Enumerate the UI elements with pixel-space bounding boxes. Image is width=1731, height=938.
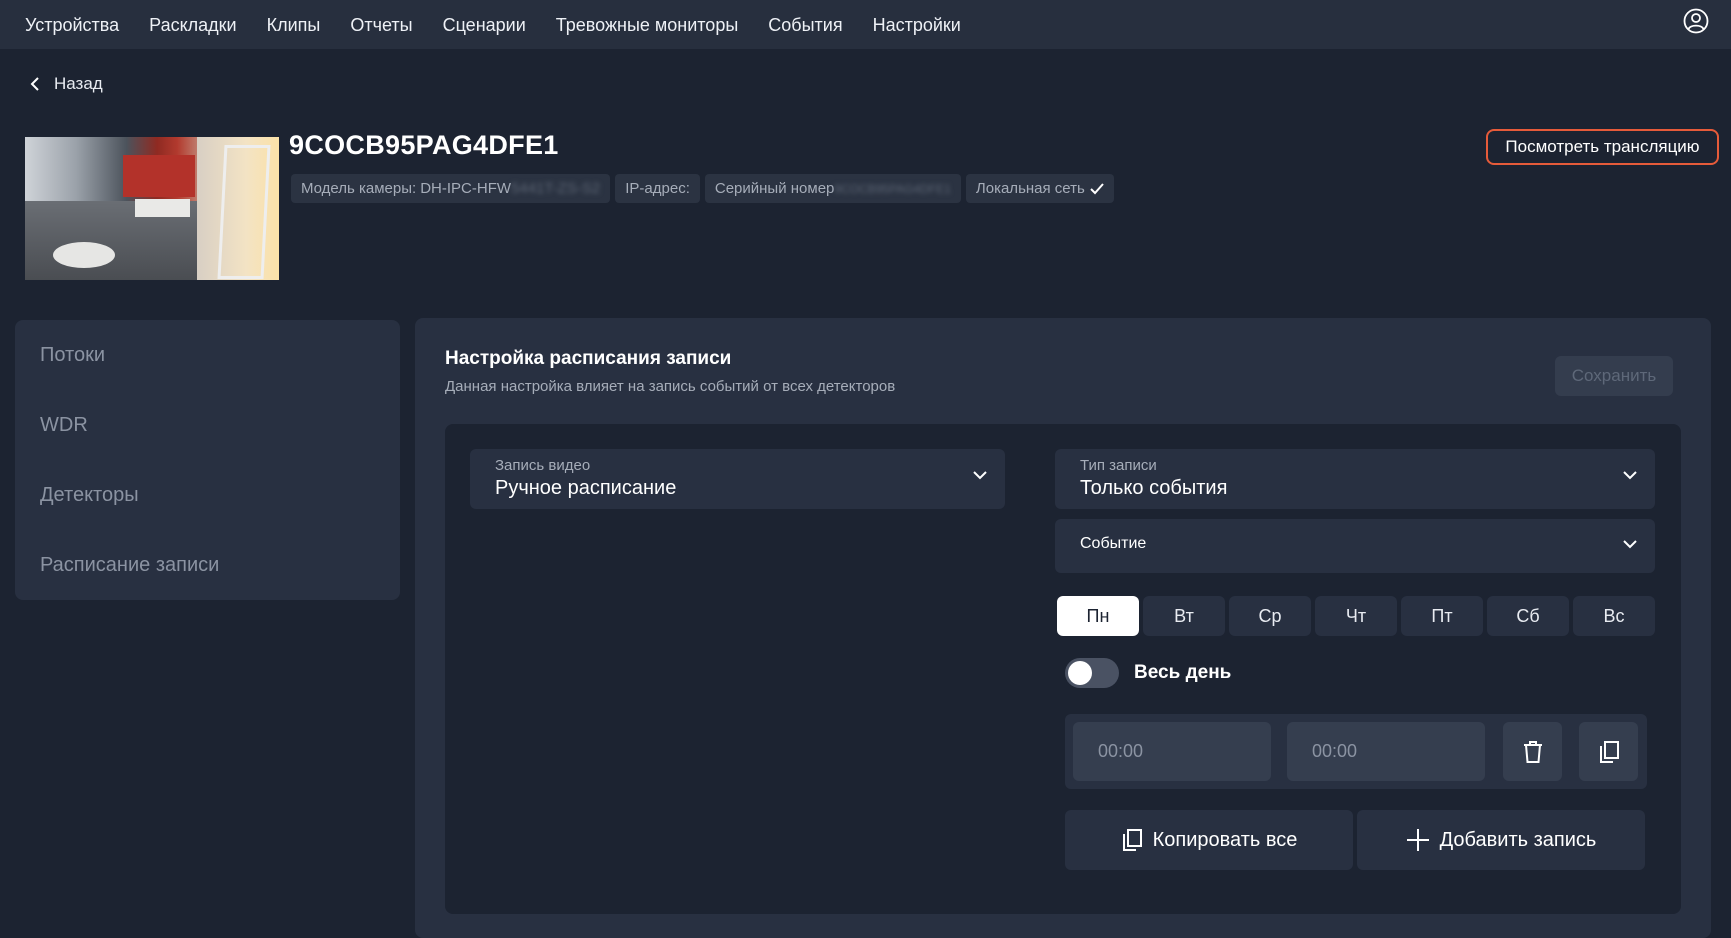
- nav-item-scenarios[interactable]: Сценарии: [443, 5, 526, 45]
- camera-thumbnail: [25, 137, 279, 280]
- add-entry-label: Добавить запись: [1439, 828, 1597, 851]
- copy-icon: [1598, 740, 1620, 764]
- record-type-value: Только события: [1080, 477, 1228, 499]
- local-network-chip: Локальная сеть: [965, 174, 1114, 203]
- nav-item-devices[interactable]: Устройства: [25, 5, 119, 45]
- copy-all-label: Копировать все: [1152, 828, 1298, 851]
- day-mon[interactable]: Пн: [1057, 596, 1139, 636]
- all-day-label: Весь день: [1134, 662, 1232, 683]
- sidebar-item-wdr[interactable]: WDR: [40, 414, 88, 437]
- add-entry-button[interactable]: Добавить запись: [1357, 810, 1645, 870]
- nav-item-layouts[interactable]: Раскладки: [149, 5, 236, 45]
- serial-number-label: Серийный номер: [714, 180, 835, 197]
- copy-all-button[interactable]: Копировать все: [1065, 810, 1353, 870]
- all-day-row: Весь день: [1065, 658, 1231, 688]
- video-recording-value: Ручное расписание: [495, 477, 677, 499]
- copy-icon: [1121, 828, 1143, 852]
- schedule-panel: Настройка расписания записи Данная настр…: [415, 318, 1711, 938]
- record-type-label: Тип записи: [1080, 457, 1157, 474]
- panel-title: Настройка расписания записи: [445, 348, 732, 369]
- save-button[interactable]: Сохранить: [1555, 356, 1673, 396]
- panel-subtitle: Данная настройка влияет на запись событи…: [445, 378, 896, 395]
- top-navigation: Устройства Раскладки Клипы Отчеты Сценар…: [0, 0, 1731, 49]
- nav-item-reports[interactable]: Отчеты: [350, 5, 412, 45]
- time-from-input[interactable]: [1073, 722, 1271, 781]
- video-recording-select[interactable]: Запись видео Ручное расписание: [470, 449, 1005, 509]
- trash-icon: [1522, 740, 1544, 764]
- toggle-knob: [1068, 661, 1092, 685]
- video-recording-label: Запись видео: [495, 457, 591, 474]
- weekday-selector: Пн Вт Ср Чт Пт Сб Вс: [1057, 596, 1659, 636]
- time-to-input[interactable]: [1287, 722, 1485, 781]
- plus-icon: [1406, 828, 1430, 852]
- chevron-left-icon: [30, 76, 40, 92]
- day-thu[interactable]: Чт: [1315, 596, 1397, 636]
- checkmark-icon: [1090, 182, 1104, 195]
- ip-address-chip: IP-адрес:: [615, 174, 700, 203]
- copy-entry-button[interactable]: [1579, 722, 1638, 781]
- nav-item-clips[interactable]: Клипы: [267, 5, 321, 45]
- local-network-label: Локальная сеть: [975, 180, 1085, 197]
- ip-address-label: IP-адрес:: [625, 180, 690, 197]
- chevron-down-icon: [1623, 471, 1637, 480]
- nav-item-events[interactable]: События: [768, 5, 842, 45]
- chevron-down-icon: [973, 471, 987, 480]
- sidebar-item-streams[interactable]: Потоки: [40, 344, 105, 367]
- serial-number-chip: Серийный номер 9COCB95PAG4DFE1: [704, 174, 961, 203]
- all-day-toggle[interactable]: [1065, 658, 1119, 688]
- camera-model-hidden: 5441T-ZS-S2: [511, 180, 601, 197]
- chevron-down-icon: [1623, 540, 1637, 549]
- time-range-row: [1065, 714, 1647, 789]
- user-profile-icon[interactable]: [1683, 8, 1709, 34]
- settings-sidebar: Потоки WDR Детекторы Расписание записи: [15, 320, 400, 600]
- nav-items: Устройства Раскладки Клипы Отчеты Сценар…: [25, 5, 991, 45]
- day-sun[interactable]: Вс: [1573, 596, 1655, 636]
- watch-stream-button[interactable]: Посмотреть трансляцию: [1486, 129, 1719, 165]
- day-wed[interactable]: Ср: [1229, 596, 1311, 636]
- day-tue[interactable]: Вт: [1143, 596, 1225, 636]
- sidebar-item-detectors[interactable]: Детекторы: [40, 484, 139, 507]
- day-fri[interactable]: Пт: [1401, 596, 1483, 636]
- serial-number-hidden: 9COCB95PAG4DFE1: [834, 181, 951, 196]
- nav-item-settings[interactable]: Настройки: [873, 5, 961, 45]
- camera-model-chip: Модель камеры: DH-IPC-HFW 5441T-ZS-S2: [291, 174, 611, 203]
- day-sat[interactable]: Сб: [1487, 596, 1569, 636]
- schedule-form: Запись видео Ручное расписание Тип запис…: [445, 424, 1681, 914]
- camera-model-label: Модель камеры:: [301, 180, 417, 197]
- sidebar-item-record-schedule[interactable]: Расписание записи: [40, 554, 219, 577]
- back-link[interactable]: Назад: [30, 74, 103, 94]
- delete-entry-button[interactable]: [1503, 722, 1562, 781]
- camera-info-chips: Модель камеры: DH-IPC-HFW 5441T-ZS-S2 IP…: [291, 174, 1119, 203]
- event-select[interactable]: Событие: [1055, 519, 1655, 573]
- back-label: Назад: [54, 74, 103, 93]
- camera-title: 9COCB95PAG4DFE1: [289, 130, 559, 160]
- camera-model-value: DH-IPC-HFW: [420, 180, 512, 197]
- record-type-select[interactable]: Тип записи Только события: [1055, 449, 1655, 509]
- nav-item-alarm-monitors[interactable]: Тревожные мониторы: [556, 5, 739, 45]
- event-label: Событие: [1080, 535, 1147, 552]
